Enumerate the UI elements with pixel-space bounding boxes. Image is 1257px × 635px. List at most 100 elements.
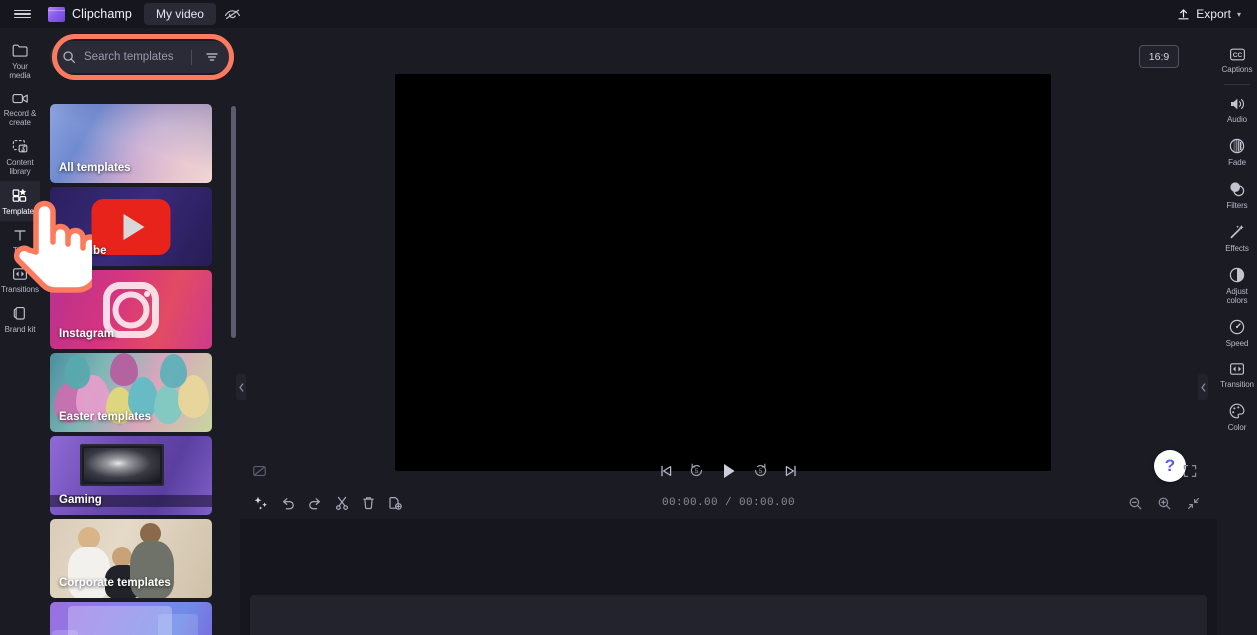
tool-item-label: Captions <box>1221 65 1253 74</box>
split-scissors-icon[interactable] <box>334 495 350 511</box>
sidebar-item-templates[interactable]: Templates <box>0 181 40 221</box>
chevron-left-icon <box>1200 382 1205 392</box>
brand: Clipchamp <box>44 0 142 28</box>
sidebar-item-label: Record & create <box>3 109 37 127</box>
sidebar-item-label: Content library <box>6 158 34 176</box>
zoom-out-icon[interactable] <box>1128 496 1143 511</box>
timeline-track[interactable] <box>250 595 1207 635</box>
timeline-time-display: 00:00.00 / 00:00.00 <box>661 497 796 509</box>
sidebar-item-text[interactable]: Text <box>0 221 40 260</box>
template-card-gaming[interactable]: Gaming <box>50 436 212 515</box>
contrast-icon <box>1229 267 1245 283</box>
template-card-label: Easter templates <box>59 411 152 423</box>
search-placeholder: Search templates <box>84 51 174 63</box>
timeline-edit-tools <box>240 495 403 511</box>
search-templates-input[interactable]: Search templates <box>50 41 230 73</box>
sidebar-item-label: Templates <box>2 207 38 216</box>
search-icon <box>63 51 76 64</box>
template-card-easter[interactable]: Easter templates <box>50 353 212 432</box>
player-transport-controls: 5 5 <box>440 462 1017 480</box>
filter-icon[interactable] <box>200 50 224 64</box>
filters-icon <box>1230 182 1245 197</box>
template-card-corporate[interactable]: Corporate templates <box>50 519 212 598</box>
template-card-label: Gaming <box>59 494 102 506</box>
skip-to-end-icon[interactable] <box>784 464 798 478</box>
hamburger-menu-icon[interactable] <box>0 0 44 28</box>
duplicate-icon[interactable] <box>387 495 403 511</box>
tool-item-label: Transition <box>1220 380 1254 389</box>
template-card-slideshows[interactable]: Slideshows <box>50 602 212 635</box>
svg-text:CC: CC <box>1232 52 1242 59</box>
svg-text:5: 5 <box>759 469 763 475</box>
rewind-5s-icon[interactable]: 5 <box>689 463 704 478</box>
tool-item-label: Fade <box>1228 158 1246 167</box>
sidebar-item-label: Text <box>12 246 28 255</box>
chevron-down-icon: ▾ <box>1236 9 1241 19</box>
template-card-instagram[interactable]: Instagram <box>50 270 212 349</box>
captions-off-icon[interactable] <box>252 464 267 478</box>
video-preview-canvas[interactable] <box>395 74 1051 471</box>
templates-grid-icon <box>12 188 27 202</box>
tool-item-adjust-colors[interactable]: Adjust colors <box>1217 259 1257 311</box>
tool-item-filters[interactable]: Filters <box>1217 173 1257 216</box>
tool-item-captions[interactable]: CC Captions <box>1217 40 1257 80</box>
zoom-in-icon[interactable] <box>1157 496 1172 511</box>
content-library-icon <box>12 140 27 153</box>
sidebar-item-record-create[interactable]: Record & create <box>0 85 40 132</box>
redo-icon[interactable] <box>307 496 323 511</box>
template-card-all-templates[interactable]: All templates <box>50 104 212 183</box>
search-area: Search templates <box>40 28 240 79</box>
tool-item-audio[interactable]: Audio <box>1217 89 1257 130</box>
play-icon[interactable] <box>720 462 737 480</box>
forward-5s-icon[interactable]: 5 <box>753 463 768 478</box>
timeline-body[interactable] <box>240 519 1217 635</box>
transition-icon <box>1230 363 1244 375</box>
palette-icon <box>1229 403 1245 419</box>
template-card-youtube[interactable]: YouTube <box>50 187 212 266</box>
templates-panel-scrollbar[interactable] <box>231 106 236 338</box>
templates-panel: Search templates All templates YouTube I… <box>40 28 240 635</box>
tool-item-effects[interactable]: Effects <box>1217 216 1257 259</box>
undo-icon[interactable] <box>280 496 296 511</box>
collapse-left-panel-button[interactable] <box>236 374 246 400</box>
aspect-ratio-button[interactable]: 16:9 <box>1139 45 1179 68</box>
tool-item-label: Adjust colors <box>1226 287 1248 305</box>
fade-icon <box>1229 138 1245 154</box>
chevron-left-icon <box>238 382 243 392</box>
folder-icon <box>12 44 28 57</box>
clipchamp-editor-window: Clipchamp My video Export ▾ Your media R… <box>0 0 1257 635</box>
eye-off-icon[interactable] <box>216 0 250 28</box>
clapperboard-icon <box>48 6 65 22</box>
project-tab-my-video[interactable]: My video <box>143 3 216 25</box>
tool-item-transition[interactable]: Transition <box>1217 354 1257 395</box>
fit-to-screen-icon[interactable] <box>1186 496 1201 511</box>
collapse-right-panel-button[interactable] <box>1198 374 1208 400</box>
tool-item-label: Filters <box>1226 201 1248 210</box>
left-tool-rail: Your media Record & create Content libra… <box>0 28 40 635</box>
tool-item-label: Audio <box>1227 115 1247 124</box>
magic-suggestions-icon[interactable] <box>253 495 269 511</box>
timeline-zoom-tools <box>1128 496 1201 511</box>
delete-trash-icon[interactable] <box>361 495 376 511</box>
sidebar-item-label: Your media <box>9 62 31 80</box>
template-category-list[interactable]: All templates YouTube Instagram Easter t… <box>40 104 240 635</box>
speaker-icon <box>1230 98 1244 110</box>
template-card-label: All templates <box>59 162 131 174</box>
speedometer-icon <box>1229 319 1245 335</box>
template-card-label: Instagram <box>59 328 114 340</box>
fullscreen-icon[interactable] <box>1183 464 1197 478</box>
top-bar: Clipchamp My video Export ▾ <box>0 0 1257 28</box>
rail-divider <box>1224 84 1250 85</box>
tool-item-speed[interactable]: Speed <box>1217 311 1257 354</box>
sidebar-item-transitions[interactable]: Transitions <box>0 260 40 299</box>
sidebar-item-your-media[interactable]: Your media <box>0 36 40 85</box>
sidebar-item-content-library[interactable]: Content library <box>0 132 40 181</box>
tool-item-fade[interactable]: Fade <box>1217 130 1257 173</box>
skip-to-start-icon[interactable] <box>659 464 673 478</box>
sidebar-item-label: Transitions <box>1 285 39 294</box>
tool-item-color[interactable]: Color <box>1217 395 1257 438</box>
player-left-controls <box>240 464 440 478</box>
timeline-toolbar: 00:00.00 / 00:00.00 <box>240 487 1217 519</box>
sidebar-item-brand-kit[interactable]: Brand kit <box>0 299 40 339</box>
export-button[interactable]: Export ▾ <box>1171 3 1251 25</box>
